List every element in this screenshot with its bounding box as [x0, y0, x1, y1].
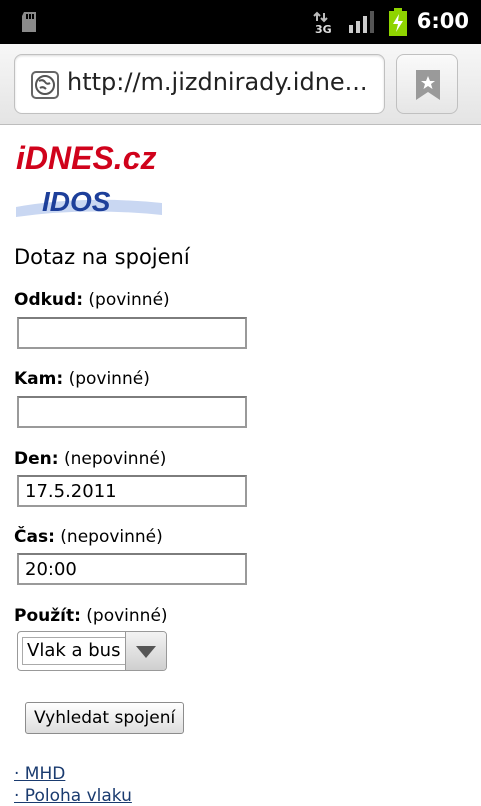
from-label-text: Odkud: — [14, 290, 83, 310]
from-input[interactable] — [17, 317, 247, 349]
browser-toolbar: http://m.jizdnirady.idne... — [0, 44, 481, 125]
use-label-text: Použít: — [14, 606, 81, 626]
battery-charging-icon — [389, 8, 407, 36]
to-label-text: Kam: — [14, 369, 64, 389]
transport-select-value: Vlak a bus — [22, 637, 132, 665]
idnes-logo[interactable]: iDNES.cz — [14, 137, 164, 177]
use-hint: (povinné) — [86, 606, 168, 626]
sd-card-icon — [22, 12, 36, 32]
network-type-label: 3G — [315, 23, 332, 35]
network-3g-icon: 3G — [313, 11, 332, 35]
link-mhd[interactable]: · MHD — [14, 764, 65, 784]
time-label-text: Čas: — [14, 527, 55, 547]
date-label: Den: (nepovinné) — [14, 449, 166, 469]
bookmark-icon — [416, 70, 440, 100]
page-title: Dotaz na spojení — [14, 245, 190, 269]
idos-logo[interactable]: IDOS — [14, 181, 164, 219]
date-label-text: Den: — [14, 449, 59, 469]
svg-text:iDNES.cz: iDNES.cz — [16, 140, 156, 176]
date-hint: (nepovinné) — [63, 449, 167, 469]
globe-icon — [31, 71, 59, 99]
to-hint: (povinné) — [68, 369, 150, 389]
chevron-down-icon — [136, 646, 156, 658]
time-hint: (nepovinné) — [60, 527, 163, 547]
to-input[interactable] — [17, 396, 247, 428]
svg-text:IDOS: IDOS — [42, 186, 111, 217]
select-dropdown-button[interactable] — [125, 632, 166, 670]
from-label: Odkud: (povinné) — [14, 290, 170, 310]
bookmark-button[interactable] — [396, 54, 458, 114]
url-text: http://m.jizdnirady.idne... — [67, 68, 368, 96]
use-label: Použít: (povinné) — [14, 606, 168, 626]
search-connection-button[interactable]: Vyhledat spojení — [25, 702, 185, 734]
link-train-position[interactable]: · Poloha vlaku — [14, 786, 132, 806]
signal-icon — [349, 11, 374, 33]
from-hint: (povinné) — [88, 290, 170, 310]
status-clock: 6:00 — [416, 9, 469, 33]
date-input[interactable] — [17, 475, 247, 507]
time-label: Čas: (nepovinné) — [14, 527, 163, 547]
status-bar: 3G 6:00 — [0, 0, 481, 44]
transport-select[interactable]: Vlak a bus — [17, 631, 167, 671]
time-input[interactable] — [17, 553, 247, 585]
to-label: Kam: (povinné) — [14, 369, 150, 389]
page-content: iDNES.cz IDOS Dotaz na spojení Odkud: (p… — [0, 125, 481, 806]
url-bar[interactable]: http://m.jizdnirady.idne... — [14, 54, 385, 114]
